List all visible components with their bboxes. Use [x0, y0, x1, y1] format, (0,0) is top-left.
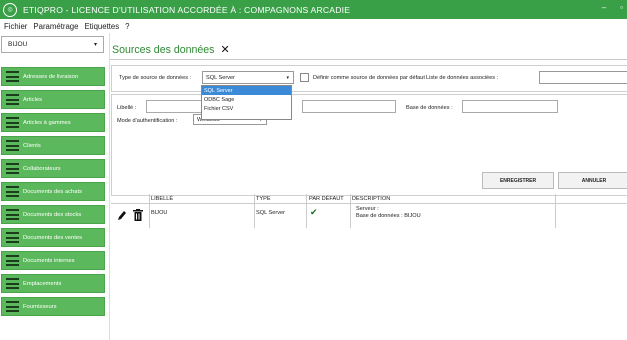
auth-mode-label: Mode d'authentification :: [117, 118, 178, 124]
maximize-icon[interactable]: ▫: [620, 3, 623, 12]
connection-panel: Libellé : Base de données : Mode d'authe…: [111, 94, 627, 196]
save-button[interactable]: ENREGISTRER: [482, 172, 554, 189]
server-input[interactable]: [302, 100, 396, 113]
company-selector[interactable]: BIJOU ▾: [1, 36, 104, 53]
source-type-value: SQL Server: [206, 74, 236, 81]
sidebar-item-label: Articles: [23, 96, 43, 103]
sidebar-item-documents-internes[interactable]: Documents internes: [1, 251, 105, 270]
sidebar-item-label: Documents internes: [23, 257, 75, 264]
sidebar-item-label: Adresses de livraison: [23, 73, 79, 80]
column-header-description[interactable]: DESCRIPTION: [352, 196, 390, 202]
menu-bar: Fichier Paramétrage Etiquettes ?: [0, 19, 627, 33]
table-row[interactable]: BIJOU SQL Server ✔ Serveur : Base de don…: [111, 206, 627, 226]
dropdown-option-sql-server[interactable]: SQL Server: [202, 86, 291, 95]
app-logo-icon: ◎: [3, 2, 17, 17]
cancel-button[interactable]: ANNULER: [558, 172, 627, 189]
list-icon: [6, 140, 19, 151]
sidebar-item-label: Documents des ventes: [23, 234, 82, 241]
menu-etiquettes[interactable]: Etiquettes: [84, 22, 119, 31]
row-description-line2: Base de données : BIJOU: [356, 213, 421, 219]
page-title: Sources des données ✕: [112, 43, 230, 56]
dropdown-option-fichier-csv[interactable]: Fichier CSV: [202, 104, 291, 113]
list-icon: [6, 278, 19, 289]
default-source-label: Définir comme source de données par défa…: [313, 75, 425, 81]
column-header-libelle[interactable]: LIBELLÉ: [151, 196, 173, 202]
list-icon: [6, 163, 19, 174]
trash-icon[interactable]: [133, 209, 143, 221]
title-divider: [110, 59, 627, 60]
dropdown-option-odbc-sage[interactable]: ODBC Sage: [202, 95, 291, 104]
minimize-icon[interactable]: –: [602, 3, 606, 12]
column-header-default[interactable]: PAR DÉFAUT: [309, 196, 344, 202]
sidebar-item-label: Documents des achats: [23, 188, 82, 195]
sidebar-item-label: Documents des stocks: [23, 211, 82, 218]
sidebar-item-documents-achats[interactable]: Documents des achats: [1, 182, 105, 201]
list-icon: [6, 186, 19, 197]
sidebar-item-emplacements[interactable]: Emplacements: [1, 274, 105, 293]
title-bar: ◎ ETIQPRO - LICENCE D'UTILISATION ACCORD…: [0, 0, 627, 19]
chevron-down-icon: ▾: [93, 42, 97, 48]
row-libelle: BIJOU: [151, 210, 168, 216]
sidebar-item-documents-stocks[interactable]: Documents des stocks: [1, 205, 105, 224]
list-icon: [6, 117, 19, 128]
sidebar-item-label: Emplacements: [23, 280, 62, 287]
chevron-down-icon: ▾: [286, 74, 289, 81]
main-content: Sources des données ✕ Type de source de …: [109, 33, 627, 340]
close-icon[interactable]: ✕: [220, 44, 229, 56]
row-type: SQL Server: [256, 210, 286, 216]
libelle-label: Libellé :: [117, 105, 137, 111]
list-icon: [6, 301, 19, 312]
database-label: Base de données :: [406, 105, 453, 111]
sidebar-item-articles-gammes[interactable]: Articles à gammes: [1, 113, 105, 132]
menu-fichier[interactable]: Fichier: [4, 22, 27, 31]
list-icon: [6, 71, 19, 82]
source-type-label: Type de source de données :: [119, 75, 192, 81]
associated-list-label: Liste de données associées :: [426, 75, 499, 81]
source-type-dropdown: SQL Server ODBC Sage Fichier CSV: [201, 85, 292, 120]
sidebar-item-adresses-livraison[interactable]: Adresses de livraison: [1, 67, 105, 86]
list-icon: [6, 232, 19, 243]
company-selector-value: BIJOU: [8, 41, 28, 48]
source-type-select[interactable]: SQL Server ▾: [202, 71, 294, 84]
row-description-line1: Serveur :: [356, 206, 379, 212]
database-input[interactable]: [462, 100, 558, 113]
column-header-type[interactable]: TYPE: [256, 196, 271, 202]
sidebar-item-label: Collaborateurs: [23, 165, 61, 172]
list-icon: [6, 94, 19, 105]
sidebar-item-articles[interactable]: Articles: [1, 90, 105, 109]
sidebar-item-clients[interactable]: Clients: [1, 136, 105, 155]
list-icon: [6, 255, 19, 266]
sidebar-item-documents-ventes[interactable]: Documents des ventes: [1, 228, 105, 247]
sidebar-item-fournisseurs[interactable]: Fournisseurs: [1, 297, 105, 316]
data-sources-table: LIBELLÉ TYPE PAR DÉFAUT DESCRIPTION BIJO…: [111, 194, 627, 340]
menu-help[interactable]: ?: [125, 22, 129, 31]
associated-list-select[interactable]: [539, 71, 627, 84]
source-type-panel: Type de source de données : SQL Server ▾…: [111, 65, 627, 92]
list-icon: [6, 209, 19, 220]
menu-parametrage[interactable]: Paramétrage: [33, 22, 78, 31]
checkmark-icon: ✔: [310, 207, 318, 217]
default-source-checkbox[interactable]: [300, 73, 309, 82]
sidebar-item-collaborateurs[interactable]: Collaborateurs: [1, 159, 105, 178]
pencil-icon[interactable]: [117, 209, 127, 221]
sidebar: BIJOU ▾ Adresses de livraison Articles A…: [0, 35, 109, 340]
sidebar-item-label: Articles à gammes: [23, 119, 71, 126]
table-header: LIBELLÉ TYPE PAR DÉFAUT DESCRIPTION: [111, 194, 627, 204]
sidebar-item-label: Clients: [23, 142, 41, 149]
window-title: ETIQPRO - LICENCE D'UTILISATION ACCORDÉE…: [23, 4, 351, 15]
libelle-input[interactable]: [146, 100, 202, 113]
page-title-text: Sources des données: [112, 44, 215, 56]
sidebar-item-label: Fournisseurs: [23, 303, 57, 310]
